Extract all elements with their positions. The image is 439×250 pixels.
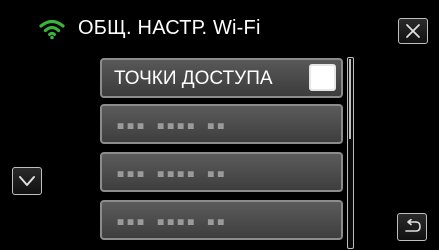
close-icon (406, 24, 420, 38)
close-button[interactable] (398, 18, 428, 44)
list-item[interactable]: ▪▪▪ ▪▪▪▪ ▪▪ (100, 200, 343, 240)
back-arrow-icon (405, 219, 421, 232)
back-button[interactable] (397, 213, 427, 241)
access-points-checkbox[interactable] (309, 64, 336, 91)
list-item-label: ТОЧКИ ДОСТУПА (114, 68, 273, 89)
list-item[interactable]: ▪▪▪ ▪▪▪▪ ▪▪ (100, 104, 343, 144)
page-title: ОБЩ. НАСТР. Wi-Fi (78, 17, 261, 39)
wifi-settings-screen: ОБЩ. НАСТР. Wi-Fi ТОЧКИ ДОСТУПА ▪▪▪ ▪▪▪▪… (0, 0, 439, 250)
masked-entry-label: ▪▪▪ ▪▪▪▪ ▪▪ (116, 164, 227, 182)
list-item[interactable]: ▪▪▪ ▪▪▪▪ ▪▪ (100, 152, 343, 192)
scrollbar-thumb[interactable] (349, 59, 351, 139)
access-point-list: ТОЧКИ ДОСТУПА ▪▪▪ ▪▪▪▪ ▪▪ ▪▪▪ ▪▪▪▪ ▪▪ ▪▪… (100, 56, 345, 250)
masked-entry-label: ▪▪▪ ▪▪▪▪ ▪▪ (116, 212, 227, 230)
header: ОБЩ. НАСТР. Wi-Fi (0, 0, 439, 56)
masked-entry-label: ▪▪▪ ▪▪▪▪ ▪▪ (116, 116, 227, 134)
list-item-access-points[interactable]: ТОЧКИ ДОСТУПА (100, 58, 343, 98)
scrollbar[interactable] (347, 57, 354, 249)
scroll-down-button[interactable] (12, 167, 42, 195)
chevron-down-icon (19, 176, 35, 186)
wifi-icon (38, 18, 66, 40)
